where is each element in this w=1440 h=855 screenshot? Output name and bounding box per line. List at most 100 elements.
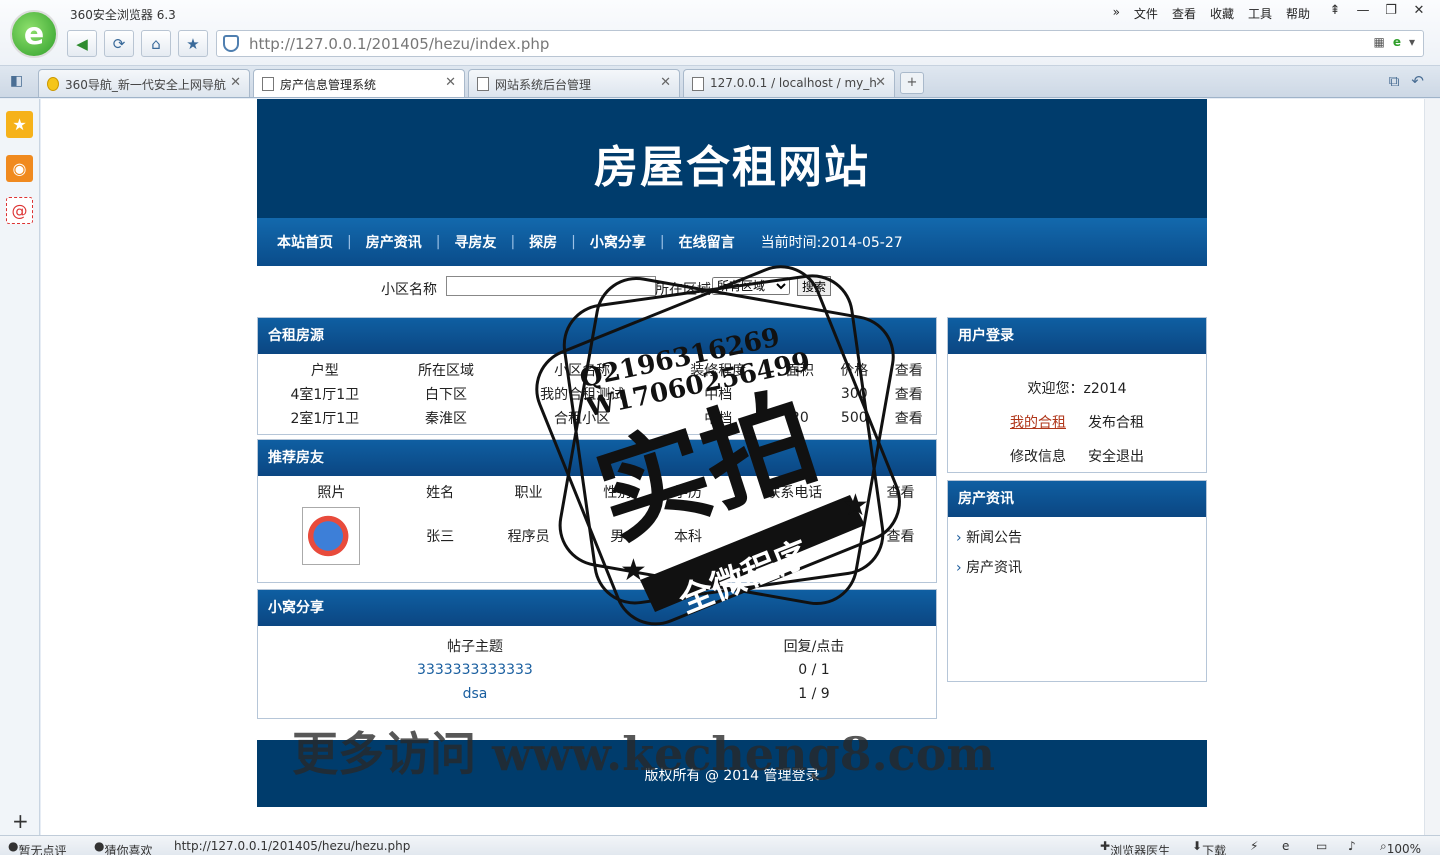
table-row: 张三 程序员 男 本科 查看 xyxy=(258,504,936,568)
edit-info-link[interactable]: 修改信息 xyxy=(1010,446,1066,466)
add-icon[interactable]: + xyxy=(12,809,29,833)
restore-button[interactable]: ❐ xyxy=(1382,3,1400,18)
listings-panel: 合租房源 户型 所在区域 小区名称 装修程度 面积 价格 查看 4室1厅1卫 白… xyxy=(257,317,937,435)
listings-title: 合租房源 xyxy=(258,318,936,354)
site-nav: 本站首页 | 房产资讯 | 寻房友 | 探房 | 小窝分享 | 在线留言 当前时间:201… xyxy=(257,218,1207,266)
nav-find-roommate[interactable]: 寻房友 xyxy=(454,232,496,252)
close-icon[interactable]: ✕ xyxy=(230,75,241,90)
minimize-button[interactable]: — xyxy=(1354,3,1372,18)
publish-link[interactable]: 发布合租 xyxy=(1088,412,1144,432)
tab-360-nav[interactable]: 360导航_新一代安全上网导航 ✕ xyxy=(38,69,250,97)
back-button[interactable]: ◀ xyxy=(67,30,97,57)
favorite-button[interactable]: ★ xyxy=(178,30,208,57)
url-input[interactable] xyxy=(249,33,1349,54)
login-panel: 用户登录 欢迎您：z2014 我的合租 发布合租 修改信息 安全退出 xyxy=(947,317,1207,473)
close-button[interactable]: ✕ xyxy=(1410,3,1428,18)
watermark-site: 更多访问 www.kecheng8.com xyxy=(292,727,996,781)
tab-house-system[interactable]: 房产信息管理系统 ✕ xyxy=(253,69,465,97)
download-button[interactable]: ⬇ 下载 xyxy=(1192,839,1226,855)
news-panel: 房产资讯 新闻公告 房产资讯 xyxy=(947,480,1207,682)
news-title: 房产资讯 xyxy=(948,481,1206,517)
nav-visit-house[interactable]: 探房 xyxy=(529,232,557,252)
shield-icon xyxy=(223,35,239,52)
user-box: 欢迎您：z2014 我的合租 发布合租 修改信息 安全退出 xyxy=(948,378,1206,466)
undo-close-icon[interactable]: ↶ xyxy=(1411,72,1424,90)
share-table: 帖子主题 回复/点击 3333333333333 0 / 1 dsa 1 / 9 xyxy=(258,634,936,706)
close-icon[interactable]: ✕ xyxy=(875,75,886,90)
mail-icon[interactable]: @ xyxy=(6,197,33,224)
area-label: 所在区域 xyxy=(655,282,711,298)
tab-phpmyadmin[interactable]: 127.0.0.1 / localhost / my_h ✕ xyxy=(683,69,895,97)
menu-expand-icon[interactable]: » xyxy=(1113,5,1120,22)
nav-message[interactable]: 在线留言 xyxy=(679,232,735,252)
table-row: 4室1厅1卫 白下区 我的合租测试 中档 300 查看 xyxy=(258,382,936,406)
browser-doctor[interactable]: ✚ 浏览器医生 xyxy=(1100,839,1170,855)
share-title: 小窝分享 xyxy=(258,590,936,626)
roommates-panel: 推荐房友 照片 姓名 职业 性别 学历 联系电话 查看 张三 程序员 男 本科 … xyxy=(257,439,937,583)
logout-link[interactable]: 安全退出 xyxy=(1088,446,1144,466)
search-bar: 小区名称 所在区域 所有区域 搜索 xyxy=(257,275,1207,305)
page-icon xyxy=(47,77,59,91)
skin-icon[interactable]: ⇞ xyxy=(1326,3,1344,18)
menu-favorites[interactable]: 收藏 xyxy=(1210,5,1234,22)
news-links: 新闻公告 房产资讯 xyxy=(948,517,1206,577)
zoom-level[interactable]: ⌕ 100% xyxy=(1380,839,1421,855)
guess-status[interactable]: ● 猜你喜欢 xyxy=(94,839,153,855)
review-status[interactable]: ● 暂无点评 xyxy=(8,839,67,855)
side-toolbar: ★ ◉ @ + xyxy=(0,99,40,835)
qrcode-icon[interactable]: ▦ xyxy=(1373,35,1384,49)
chevron-down-icon[interactable]: ▾ xyxy=(1409,35,1415,49)
favorites-star-icon[interactable]: ★ xyxy=(6,111,33,138)
roommates-table: 照片 姓名 职业 性别 学历 联系电话 查看 张三 程序员 男 本科 查看 xyxy=(258,480,936,568)
news-link-announcement[interactable]: 新闻公告 xyxy=(956,527,1206,547)
tab-label: 127.0.0.1 / localhost / my_h xyxy=(710,76,877,90)
menu-help[interactable]: 帮助 xyxy=(1286,5,1310,22)
refresh-button[interactable]: ⟳ xyxy=(104,30,134,57)
tab-label: 房产信息管理系统 xyxy=(280,78,377,92)
browser-logo-icon: e xyxy=(10,10,58,58)
tab-admin[interactable]: 网站系统后台管理 ✕ xyxy=(468,69,680,97)
view-link[interactable]: 查看 xyxy=(881,382,936,406)
window-list-icon[interactable]: ⧉ xyxy=(1389,72,1400,90)
my-rent-link[interactable]: 我的合租 xyxy=(1010,412,1066,432)
roommates-title: 推荐房友 xyxy=(258,440,936,476)
table-row: 3333333333333 0 / 1 xyxy=(417,662,830,678)
close-icon[interactable]: ✕ xyxy=(660,75,671,90)
address-bar[interactable]: ▦ e ▾ xyxy=(216,30,1424,57)
post-link[interactable]: 3333333333333 xyxy=(417,662,533,678)
sidebar-toggle-icon[interactable]: ◧ xyxy=(10,73,23,89)
menu-file[interactable]: 文件 xyxy=(1134,5,1158,22)
post-link[interactable]: dsa xyxy=(463,686,488,702)
speed-icon[interactable]: ⚡ xyxy=(1250,839,1258,853)
view-link[interactable]: 查看 xyxy=(865,504,936,568)
new-tab-button[interactable]: + xyxy=(900,72,924,94)
view-link[interactable]: 查看 xyxy=(881,406,936,430)
vertical-scrollbar[interactable] xyxy=(1424,99,1440,835)
listings-table: 户型 所在区域 小区名称 装修程度 面积 价格 查看 4室1厅1卫 白下区 我的… xyxy=(258,358,936,430)
sound-icon[interactable]: ♪ xyxy=(1348,839,1356,853)
nav-news[interactable]: 房产资讯 xyxy=(366,232,422,252)
app-title: 360安全浏览器 6.3 xyxy=(70,8,176,22)
browser-titlebar: e 360安全浏览器 6.3 » 文件 查看 收藏 工具 帮助 ⇞ — ❐ ✕ … xyxy=(0,0,1440,66)
nav-home[interactable]: 本站首页 xyxy=(277,232,333,252)
news-link-housing[interactable]: 房产资讯 xyxy=(956,557,1206,577)
nav-share[interactable]: 小窝分享 xyxy=(590,232,646,252)
menu-view[interactable]: 查看 xyxy=(1172,5,1196,22)
page-icon xyxy=(692,77,704,91)
ie-icon[interactable]: e xyxy=(1282,839,1289,853)
close-icon[interactable]: ✕ xyxy=(445,75,456,90)
area-select[interactable]: 所有区域 xyxy=(712,277,790,295)
welcome-text: 欢迎您：z2014 xyxy=(1027,381,1127,397)
search-button[interactable]: 搜索 xyxy=(797,276,831,296)
roommate-photo[interactable] xyxy=(302,507,361,565)
menu-tools[interactable]: 工具 xyxy=(1248,5,1272,22)
table-row: 2室1厅1卫 秦淮区 合租小区 中档 20 500 查看 xyxy=(258,406,936,430)
community-input[interactable] xyxy=(446,276,656,296)
weibo-icon[interactable]: ◉ xyxy=(6,155,33,182)
status-bar: ● 暂无点评 ● 猜你喜欢 http://127.0.0.1/201405/he… xyxy=(0,835,1440,855)
ie-mode-icon[interactable]: e xyxy=(1393,35,1401,49)
screen-icon[interactable]: ▭ xyxy=(1316,839,1327,853)
table-row: dsa 1 / 9 xyxy=(462,686,830,702)
home-button[interactable]: ⌂ xyxy=(141,30,171,57)
home-icon: ⌂ xyxy=(151,34,161,53)
